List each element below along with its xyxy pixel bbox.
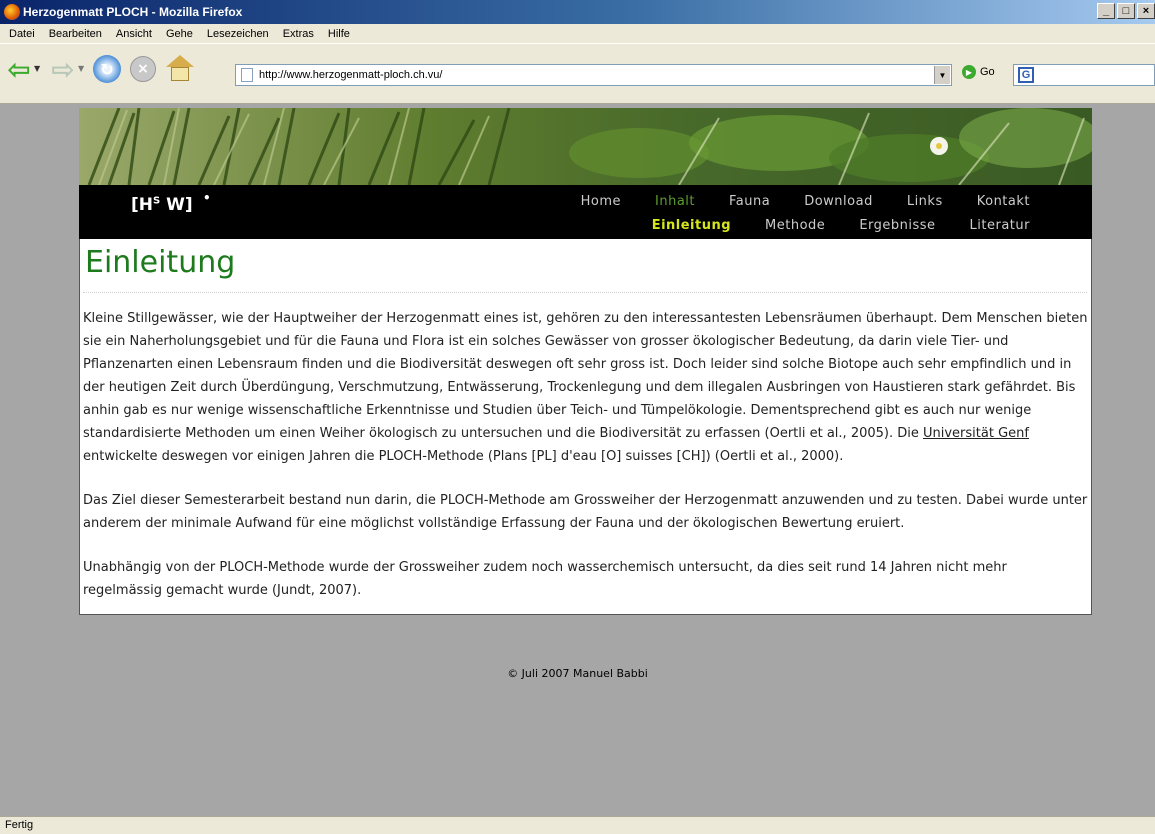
reload-icon[interactable]: ↻ (93, 55, 121, 83)
back-arrow-icon[interactable]: ⇦ (4, 53, 34, 86)
window-title: Herzogenmatt PLOCH - Mozilla Firefox (23, 5, 243, 19)
sub-nav: Einleitung Methode Ergebnisse Literatur (618, 218, 1030, 233)
maximize-button[interactable]: □ (1117, 3, 1135, 19)
window-controls: _ □ × (1097, 3, 1155, 19)
page-footer: © Juli 2007 Manuel Babbi (507, 667, 648, 680)
url-dropdown-icon[interactable]: ▼ (934, 66, 950, 84)
address-bar[interactable]: ▼ (235, 64, 952, 86)
back-history-dropdown-icon[interactable]: ▼ (34, 64, 40, 73)
menu-ansicht[interactable]: Ansicht (109, 28, 159, 40)
site-container: [HS W] • Home Inhalt Fauna Download Link… (79, 108, 1092, 615)
paragraph-1-text-a: Kleine Stillgewässer, wie der Hauptweihe… (83, 311, 1088, 441)
site-navbar: [HS W] • Home Inhalt Fauna Download Link… (79, 185, 1092, 239)
stop-icon[interactable]: × (130, 56, 156, 82)
paragraph-2: Das Ziel dieser Semesterarbeit bestand n… (83, 493, 1088, 531)
google-search-icon[interactable]: G (1018, 67, 1034, 83)
main-nav: Home Inhalt Fauna Download Links Kontakt (547, 194, 1030, 209)
go-label: Go (980, 66, 995, 78)
forward-history-dropdown-icon[interactable]: ▼ (78, 64, 84, 73)
paragraph-1-text-b: entwickelte deswegen vor einigen Jahren … (83, 449, 844, 464)
page-icon (241, 68, 253, 82)
go-icon: ▶ (962, 65, 976, 79)
nav-download[interactable]: Download (804, 194, 873, 209)
page-viewport: [HS W] • Home Inhalt Fauna Download Link… (0, 105, 1155, 816)
paragraph-1: Kleine Stillgewässer, wie der Hauptweihe… (83, 307, 1091, 468)
page-heading: Einleitung (85, 245, 236, 280)
home-icon[interactable] (165, 53, 195, 83)
nav-links[interactable]: Links (907, 194, 943, 209)
site-logo[interactable]: [HS W] • (131, 191, 211, 215)
universitaet-genf-link[interactable]: Universität Genf (923, 426, 1029, 441)
menu-bearbeiten[interactable]: Bearbeiten (42, 28, 109, 40)
menu-datei[interactable]: Datei (2, 28, 42, 40)
menu-lesezeichen[interactable]: Lesezeichen (200, 28, 276, 40)
heading-divider (83, 292, 1087, 293)
nav-fauna[interactable]: Fauna (729, 194, 770, 209)
search-box[interactable]: G (1013, 64, 1155, 86)
nav-home[interactable]: Home (581, 194, 621, 209)
firefox-icon (4, 4, 20, 20)
menu-hilfe[interactable]: Hilfe (321, 28, 357, 40)
nav-inhalt[interactable]: Inhalt (655, 194, 695, 209)
logo-dot: • (203, 191, 211, 205)
status-text: Fertig (5, 819, 34, 831)
subnav-literatur[interactable]: Literatur (970, 218, 1030, 233)
menu-bar: Datei Bearbeiten Ansicht Gehe Lesezeiche… (0, 24, 1155, 44)
logo-text: [H (131, 195, 153, 215)
header-banner-image (79, 108, 1092, 185)
url-input[interactable] (259, 69, 934, 81)
subnav-methode[interactable]: Methode (765, 218, 825, 233)
go-button[interactable]: ▶ Go (962, 65, 995, 79)
menu-gehe[interactable]: Gehe (159, 28, 200, 40)
content-box: Einleitung Kleine Stillgewässer, wie der… (79, 239, 1092, 615)
subnav-ergebnisse[interactable]: Ergebnisse (859, 218, 935, 233)
minimize-button[interactable]: _ (1097, 3, 1115, 19)
window-titlebar: Herzogenmatt PLOCH - Mozilla Firefox _ □… (0, 0, 1155, 24)
close-button[interactable]: × (1137, 3, 1155, 19)
navigation-toolbar: ⇦ ▼ ⇨ ▼ ↻ × ▼ ▶ Go G (0, 44, 1155, 104)
paragraph-3: Unabhängig von der PLOCH-Methode wurde d… (83, 560, 1007, 598)
subnav-einleitung[interactable]: Einleitung (652, 218, 731, 233)
logo-text-tail: W] (160, 195, 193, 215)
forward-arrow-icon[interactable]: ⇨ (48, 53, 78, 86)
status-bar: Fertig (0, 816, 1155, 834)
menu-extras[interactable]: Extras (276, 28, 321, 40)
nav-kontakt[interactable]: Kontakt (977, 194, 1030, 209)
